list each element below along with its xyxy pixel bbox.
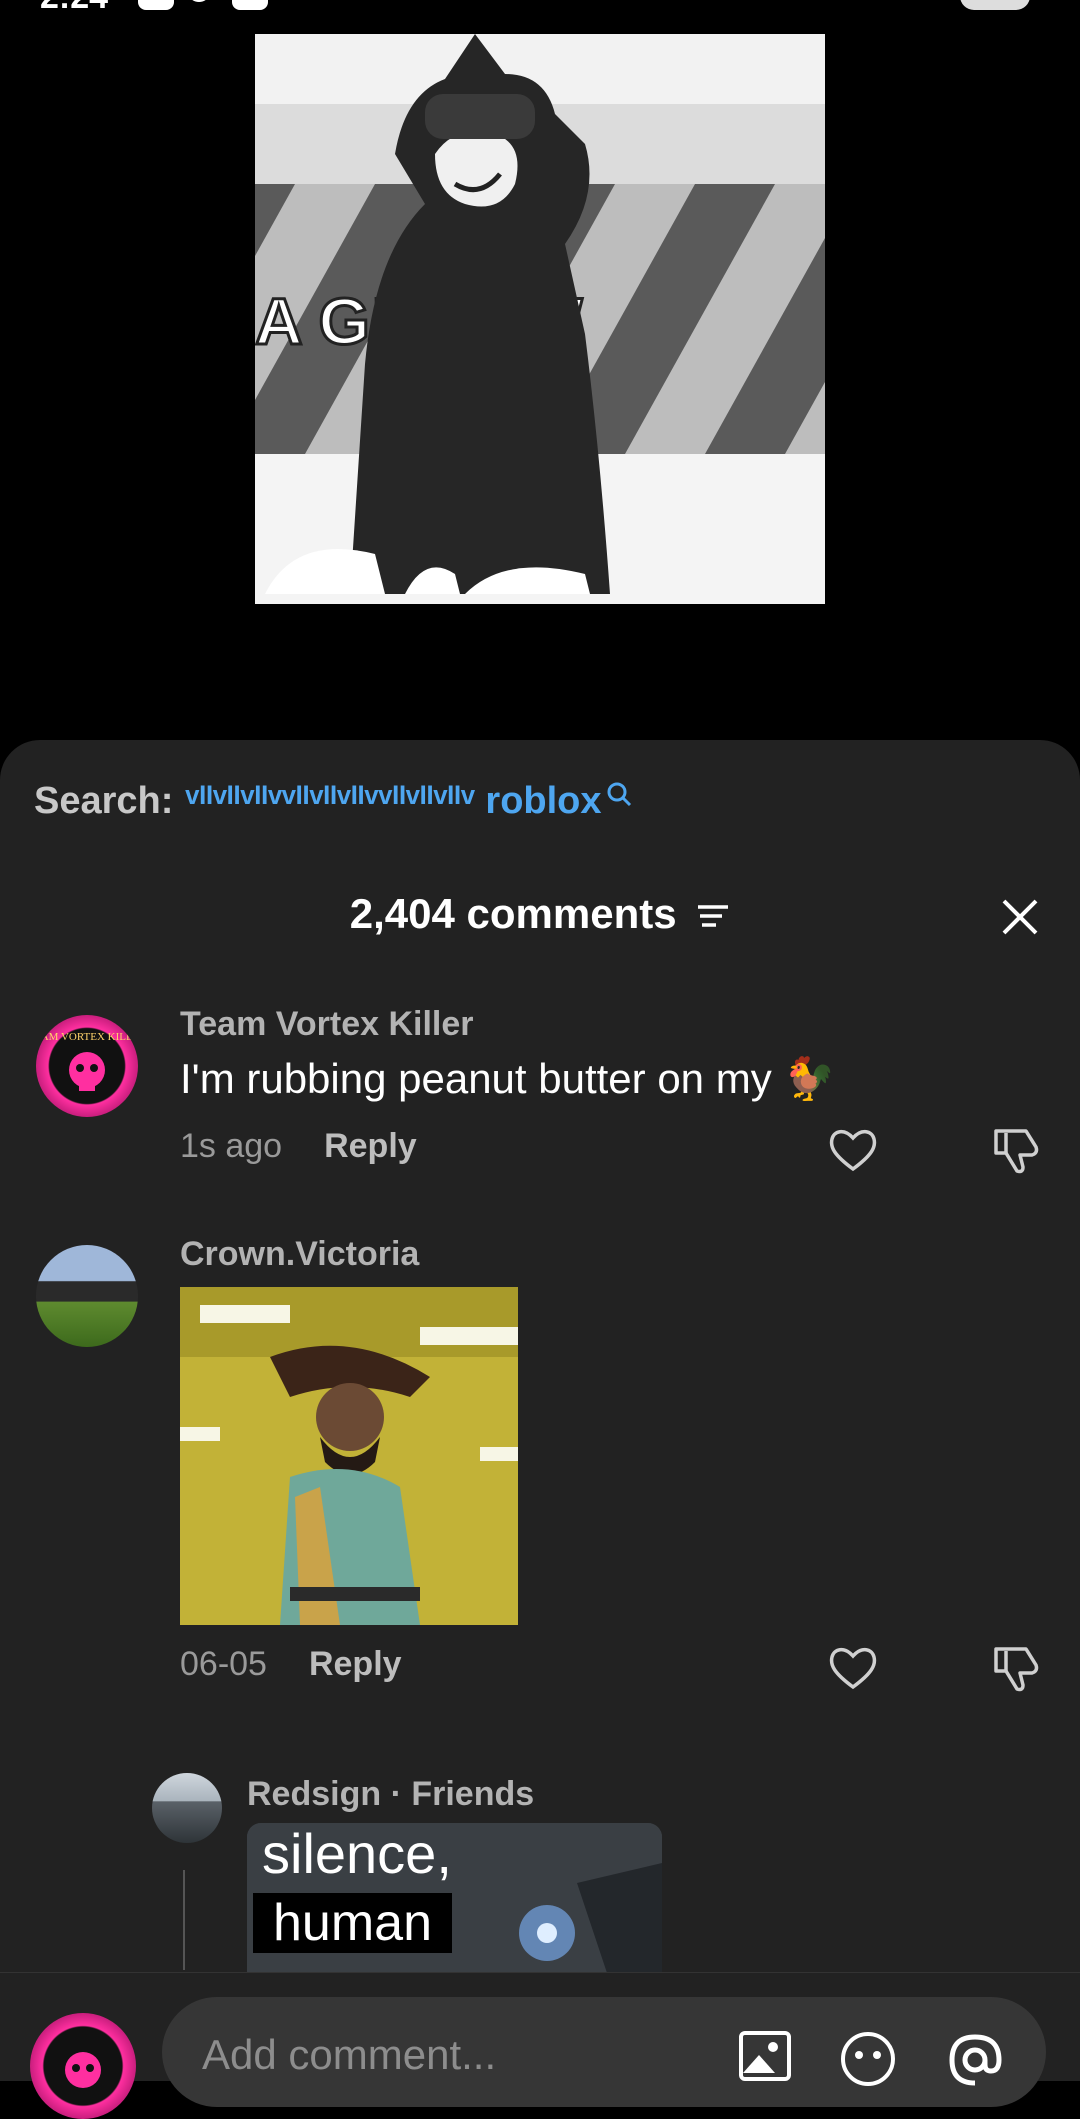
system-icons — [880, 0, 1030, 10]
search-icon — [606, 774, 632, 817]
emoji-icon[interactable] — [838, 2027, 898, 2092]
search-query[interactable]: ᵛᴵᴵᵛᴵᴵᵛᴵᴵᵛᵛᴵᴵᵛᴵᴵᵛᴵᴵᵛᵛᴵᴵᵛᴵᴵᵛᴵᴵᵛ roblox — [185, 780, 601, 822]
thread-line — [183, 1870, 185, 1970]
comment-username[interactable]: Team Vortex Killer — [180, 1005, 474, 1044]
reply-avatar[interactable] — [152, 1773, 222, 1843]
reply-button[interactable]: Reply — [324, 1127, 417, 1165]
dislike-icon[interactable] — [992, 1125, 1042, 1175]
reply-button[interactable]: Reply — [309, 1645, 402, 1683]
comment-text: I'm rubbing peanut butter on my 🐓 — [180, 1055, 836, 1102]
reply-gif[interactable]: silence, human — [247, 1823, 662, 1973]
current-user-avatar — [30, 2013, 136, 2119]
reply-username[interactable]: Redsign · Friends — [247, 1775, 534, 1814]
comment-input-placeholder: Add comment... — [202, 2031, 497, 2078]
comments-count-header[interactable]: 2,404 comments — [0, 890, 1080, 941]
notification-icon — [138, 0, 174, 10]
heart-icon[interactable] — [828, 1127, 878, 1173]
comment-time: 1s ago — [180, 1127, 283, 1165]
comment-time: 06-05 — [180, 1645, 267, 1683]
search-label: Search: — [34, 780, 174, 822]
sort-icon[interactable] — [696, 893, 730, 941]
avatar[interactable]: TEAM VORTEX KILLER — [36, 1015, 138, 1117]
avatar-text: TEAM VORTEX KILLER — [36, 1031, 138, 1043]
mention-icon[interactable] — [944, 2027, 1006, 2094]
video-artwork: A G!!! !!!W — [255, 34, 825, 604]
status-bar: 2:24 — [0, 0, 1080, 14]
comments-sheet: Search: ᵛᴵᴵᵛᴵᴵᵛᴵᴵᵛᵛᴵᴵᵛᴵᴵᵛᴵᴵᵛᵛᴵᴵᵛᴵᴵᵛᴵᴵᵛ ro… — [0, 740, 1080, 2080]
close-icon[interactable] — [998, 895, 1042, 939]
comment-gif[interactable] — [180, 1287, 518, 1625]
battery-icon — [960, 0, 1030, 10]
tiktok-icon — [184, 0, 220, 10]
comment-username[interactable]: Crown.Victoria — [180, 1235, 419, 1274]
comment-input-bar: Add comment... — [0, 1972, 1080, 2119]
search-suggestion[interactable]: Search: ᵛᴵᴵᵛᴵᴵᵛᴵᴵᵛᵛᴵᴵᵛᴵᴵᵛᴵᴵᵛᵛᴵᴵᵛᴵᴵᵛᴵᴵᵛ ro… — [34, 780, 632, 823]
gif-caption-human: human — [253, 1893, 452, 1953]
dislike-icon[interactable] — [992, 1643, 1042, 1693]
notification-icon-2 — [232, 0, 268, 10]
video-frame[interactable]: A G!!! !!!W — [255, 34, 825, 604]
status-time: 2:24 — [40, 0, 108, 14]
image-icon[interactable] — [737, 2027, 793, 2088]
comment-input[interactable]: Add comment... — [162, 1997, 1046, 2107]
heart-icon[interactable] — [828, 1645, 878, 1691]
gif-caption-silence: silence, — [262, 1823, 452, 1885]
avatar[interactable] — [36, 1245, 138, 1347]
comments-count: 2,404 comments — [349, 890, 677, 937]
